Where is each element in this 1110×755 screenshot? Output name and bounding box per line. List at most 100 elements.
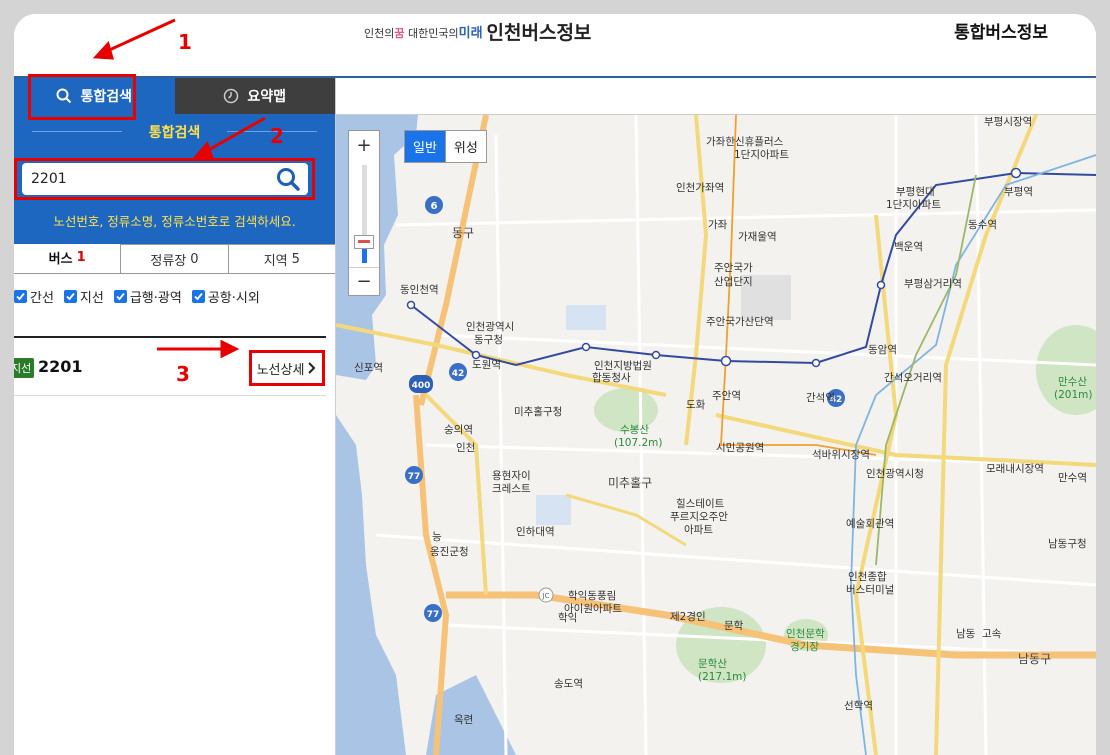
svg-text:예술회관역: 예술회관역 [846, 517, 894, 530]
svg-text:만수산: 만수산 [1058, 376, 1087, 388]
filter-express[interactable]: 급행·광역 [113, 287, 182, 306]
svg-text:남동구청: 남동구청 [1048, 538, 1087, 550]
svg-text:송도역: 송도역 [554, 678, 583, 690]
svg-text:동암역: 동암역 [868, 344, 897, 356]
svg-text:77: 77 [408, 472, 421, 482]
svg-text:인천광역시: 인천광역시 [466, 321, 514, 333]
checkbox-checked-icon[interactable] [14, 289, 27, 303]
site-header: 인천의꿈 대한민국의미래 인천버스정보 통합버스정보 [14, 14, 1096, 78]
svg-text:용현자이: 용현자이 [492, 470, 531, 482]
map-type-normal[interactable]: 일반 [405, 131, 445, 162]
svg-text:힐스테이트: 힐스테이트 [676, 497, 725, 510]
tab-label: 정류장 [150, 253, 187, 269]
svg-text:(107.2m): (107.2m) [614, 437, 662, 449]
route-detail-button[interactable]: 노선상세 [249, 350, 325, 386]
svg-text:가좌: 가좌 [708, 219, 728, 231]
svg-text:주안역: 주안역 [712, 390, 741, 402]
svg-text:신포역: 신포역 [354, 362, 383, 374]
svg-text:산업단지: 산업단지 [714, 275, 753, 288]
svg-text:남동: 남동 [956, 628, 976, 640]
svg-text:부평현대: 부평현대 [896, 186, 935, 198]
filter-airport[interactable]: 공항·시외 [191, 287, 260, 306]
list-item[interactable]: 지선 2201 노선상세 [14, 340, 326, 396]
svg-text:능: 능 [432, 531, 442, 543]
annotation-number-2: 2 [270, 124, 284, 148]
chevron-right-icon [308, 362, 316, 374]
svg-text:400: 400 [412, 381, 431, 391]
svg-text:옥련: 옥련 [454, 714, 473, 726]
svg-text:JC: JC [542, 592, 550, 600]
checkbox-checked-icon[interactable] [191, 289, 205, 303]
svg-text:도원역: 도원역 [472, 359, 501, 371]
checkbox-checked-icon[interactable] [63, 289, 77, 303]
svg-text:인천지방법원: 인천지방법원 [594, 360, 652, 372]
svg-text:선학역: 선학역 [844, 700, 873, 712]
search-hint: 노선번호, 정류소명, 정류소번호로 검색하세요. [53, 214, 296, 229]
filter-label: 급행·광역 [129, 290, 182, 306]
map-toolbar [336, 78, 1096, 115]
filter-branch[interactable]: 지선 [63, 287, 104, 306]
svg-text:시민공원역: 시민공원역 [716, 442, 764, 454]
route-filters: 간선 지선 급행·광역 공항·시외 [14, 274, 335, 318]
tab-stop[interactable]: 정류장 0 [120, 244, 228, 273]
svg-text:가좌한신휴플러스: 가좌한신휴플러스 [706, 136, 784, 148]
svg-text:경기장: 경기장 [790, 640, 819, 653]
svg-text:인천광역시청: 인천광역시청 [866, 468, 924, 480]
annotation-box-1 [28, 74, 136, 120]
svg-text:수봉산: 수봉산 [620, 424, 649, 436]
svg-text:미추홀구청: 미추홀구청 [514, 405, 562, 418]
tab-summary-map[interactable]: 요약맵 [174, 78, 335, 114]
svg-text:크레스트: 크레스트 [492, 483, 531, 495]
svg-text:문학산: 문학산 [698, 658, 727, 670]
zoom-in-button[interactable]: + [349, 131, 379, 159]
route-type-badge: 지선 [14, 358, 35, 378]
tab-region[interactable]: 지역 5 [227, 244, 335, 273]
search-panel-title: 통합검색 [14, 122, 335, 142]
svg-text:아파트: 아파트 [684, 524, 713, 536]
svg-text:77: 77 [427, 610, 440, 620]
filter-label: 공항·시외 [207, 290, 260, 306]
zoom-slider-handle[interactable] [354, 235, 374, 249]
svg-text:1단지아파트: 1단지아파트 [886, 199, 941, 211]
svg-text:6: 6 [431, 201, 438, 212]
svg-text:주안국가산단역: 주안국가산단역 [706, 316, 774, 328]
map-view[interactable]: 6 42 42 400 77 77 JC 부평시장역 가좌한신휴플러스 1단지아파… [336, 78, 1096, 755]
map-type-satellite[interactable]: 위성 [444, 131, 486, 162]
annotation-box-2 [14, 158, 315, 200]
svg-text:인천가좌역: 인천가좌역 [676, 182, 724, 194]
tab-label: 지역 [263, 253, 288, 269]
filter-label: 지선 [79, 290, 104, 306]
svg-text:인천종합: 인천종합 [848, 571, 887, 583]
annotation-number-3: 3 [176, 362, 190, 386]
svg-text:합동청사: 합동청사 [592, 372, 631, 384]
svg-text:인하대역: 인하대역 [516, 525, 555, 538]
svg-text:미추홀구: 미추홀구 [608, 476, 652, 490]
filter-trunk[interactable]: 간선 [14, 287, 54, 306]
svg-text:남동구: 남동구 [1018, 652, 1051, 666]
detail-label: 노선상세 [256, 362, 305, 378]
route-number[interactable]: 2201 [38, 357, 83, 376]
zoom-level-fill [362, 247, 367, 263]
svg-text:학익: 학익 [558, 612, 577, 624]
svg-text:학익동풍림: 학익동풍림 [568, 590, 616, 602]
svg-text:숭의역: 숭의역 [444, 424, 473, 436]
svg-text:동구: 동구 [452, 226, 474, 240]
site-name: 인천버스정보 [486, 21, 592, 44]
zoom-out-button[interactable]: − [349, 267, 379, 295]
tab-count: 1 [76, 250, 86, 265]
svg-text:석바위시장역: 석바위시장역 [812, 448, 870, 461]
site-logo[interactable]: 인천의꿈 대한민국의미래 인천버스정보 [364, 18, 591, 44]
svg-text:인천: 인천 [456, 442, 475, 454]
svg-text:(217.1m): (217.1m) [698, 671, 746, 683]
checkbox-checked-icon[interactable] [113, 289, 127, 303]
map-canvas[interactable]: 6 42 42 400 77 77 JC 부평시장역 가좌한신휴플러스1단지아파… [336, 115, 1096, 755]
map-type-toggle: 일반 위성 [404, 130, 487, 163]
zoom-control: + − [348, 130, 380, 296]
tab-bus[interactable]: 버스 1 [14, 244, 121, 273]
svg-text:주안국가: 주안국가 [714, 262, 753, 274]
svg-text:버스터미널: 버스터미널 [846, 584, 894, 596]
clock-icon [224, 88, 239, 104]
annotation-number-1: 1 [178, 30, 192, 54]
svg-text:1단지아파트: 1단지아파트 [734, 149, 789, 161]
svg-text:부평삼거리역: 부평삼거리역 [904, 278, 962, 290]
